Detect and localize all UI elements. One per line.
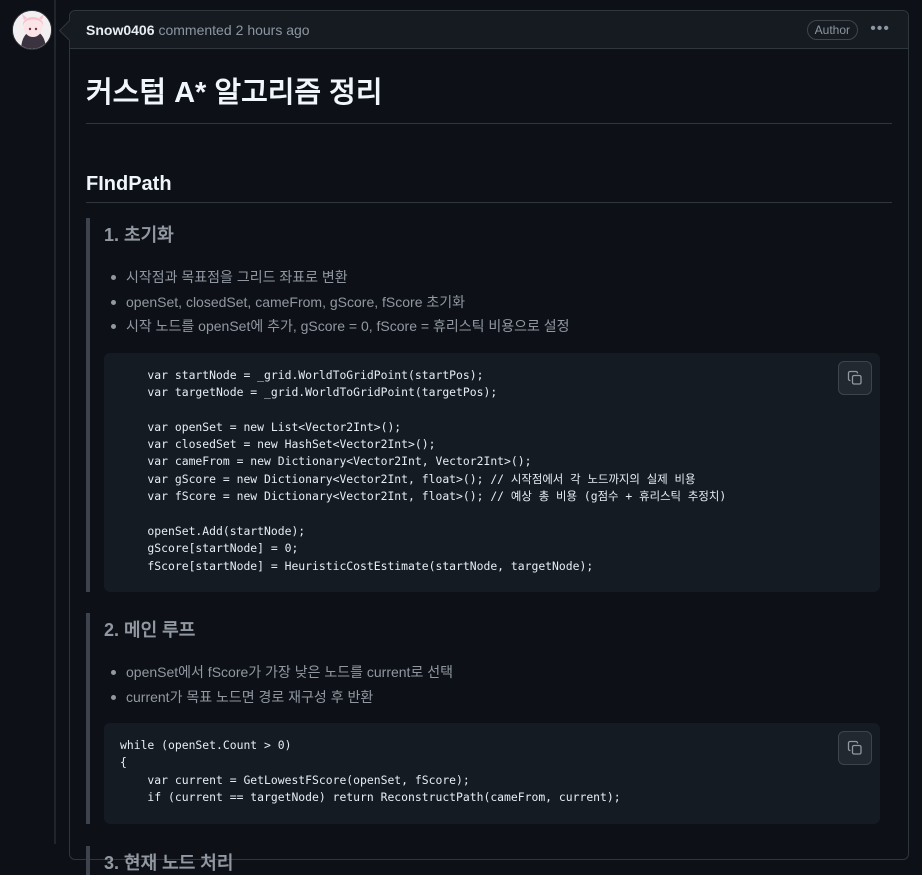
list-item: 시작 노드를 openSet에 추가, gScore = 0, fScore =… [104,314,892,339]
code-line: openSet.Add(startNode); [120,524,306,539]
code-line: var cameFrom = new Dictionary<Vector2Int… [120,454,532,469]
blockquote-step-2: 2. 메인 루프 openSet에서 fScore가 가장 낮은 노드를 cur… [86,613,892,824]
comment-author[interactable]: Snow0406 [86,22,154,38]
list-item: openSet, closedSet, cameFrom, gScore, fS… [104,290,892,315]
code-line: while (openSet.Count > 0) [120,738,292,752]
bullet-list: 시작점과 목표점을 그리드 좌표로 변환 openSet, closedSet,… [104,265,892,339]
code-line: var openSet = new List<Vector2Int>(); [120,419,402,434]
code-line: gScore[startNode] = 0; [120,541,299,556]
avatar[interactable] [12,10,52,50]
copy-button[interactable] [838,731,872,765]
step-heading: 3. 현재 노드 처리 [104,853,234,873]
avatar-image [13,11,51,49]
code-line: var closedSet = new HashSet<Vector2Int>(… [120,437,436,452]
code-line: var current = GetLowestFScore(openSet, f… [120,772,470,787]
author-badge: Author [806,20,858,40]
comment-action: commented [158,21,232,38]
code-line: var startNode = _grid.WorldToGridPoint(s… [120,367,484,382]
code-line: fScore[startNode] = HeuristicCostEstimat… [120,558,594,573]
comment-card: Snow0406 commented 2 hours ago Author ••… [69,10,909,875]
page-title: 커스텀 A* 알고리즘 정리 [86,69,892,124]
code-line: var targetNode = _grid.WorldToGridPoint(… [120,384,498,399]
code-block[interactable]: while (openSet.Count > 0) { var current … [104,723,880,824]
code-line: { [120,755,127,770]
blockquote-step-1: 1. 초기화 시작점과 목표점을 그리드 좌표로 변환 openSet, clo… [86,218,892,592]
copy-button[interactable] [838,360,872,395]
copy-icon [847,740,862,755]
list-item: 시작점과 목표점을 그리드 좌표로 변환 [104,265,892,290]
list-item: openSet에서 fScore가 가장 낮은 노드를 current로 선택 [104,660,892,685]
comment-header: Snow0406 commented 2 hours ago Author ••… [70,11,908,49]
section-title: FIndPath [86,173,892,203]
comment-time[interactable]: 2 hours ago [236,22,310,38]
code-block[interactable]: var startNode = _grid.WorldToGridPoint(s… [104,352,880,592]
timeline-line [54,0,56,844]
step-heading: 1. 초기화 [104,225,174,245]
code-line: if (current == targetNode) return Recons… [120,790,621,805]
list-item: current가 목표 노드면 경로 재구성 후 반환 [104,685,892,710]
code-line: var gScore = new Dictionary<Vector2Int, … [120,471,696,486]
kebab-horizontal-icon[interactable]: ••• [870,21,890,37]
step-heading: 2. 메인 루프 [104,620,196,640]
blockquote-step-3: 3. 현재 노드 처리 [86,846,892,875]
code-line: var fScore = new Dictionary<Vector2Int, … [120,489,727,504]
bullet-list: openSet에서 fScore가 가장 낮은 노드를 current로 선택 … [104,660,892,709]
copy-icon [847,370,862,385]
